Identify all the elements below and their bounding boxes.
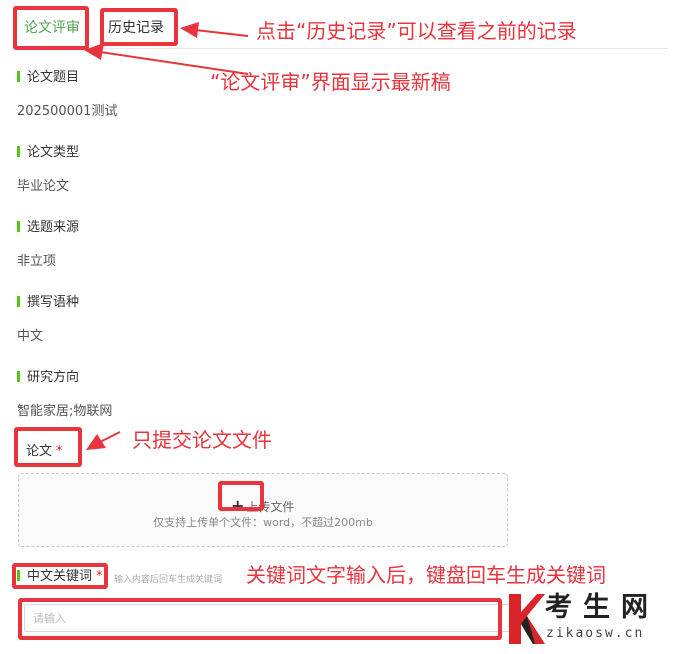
watermark-name: 考生网: [545, 592, 659, 623]
annotation-arrows: [84, 22, 249, 450]
watermark-k-logo-icon: [509, 594, 545, 644]
annotation-history: 点击“历史记录”可以查看之前的记录: [256, 19, 577, 43]
annotation-review: “论文评审”界面显示最新稿: [210, 70, 451, 94]
watermark-url: zikaosw.cn: [546, 626, 645, 641]
annotation-upload: 只提交论文文件: [132, 428, 272, 452]
annotation-keywords: 关键词文字输入后，键盘回车生成关键词: [246, 563, 606, 587]
